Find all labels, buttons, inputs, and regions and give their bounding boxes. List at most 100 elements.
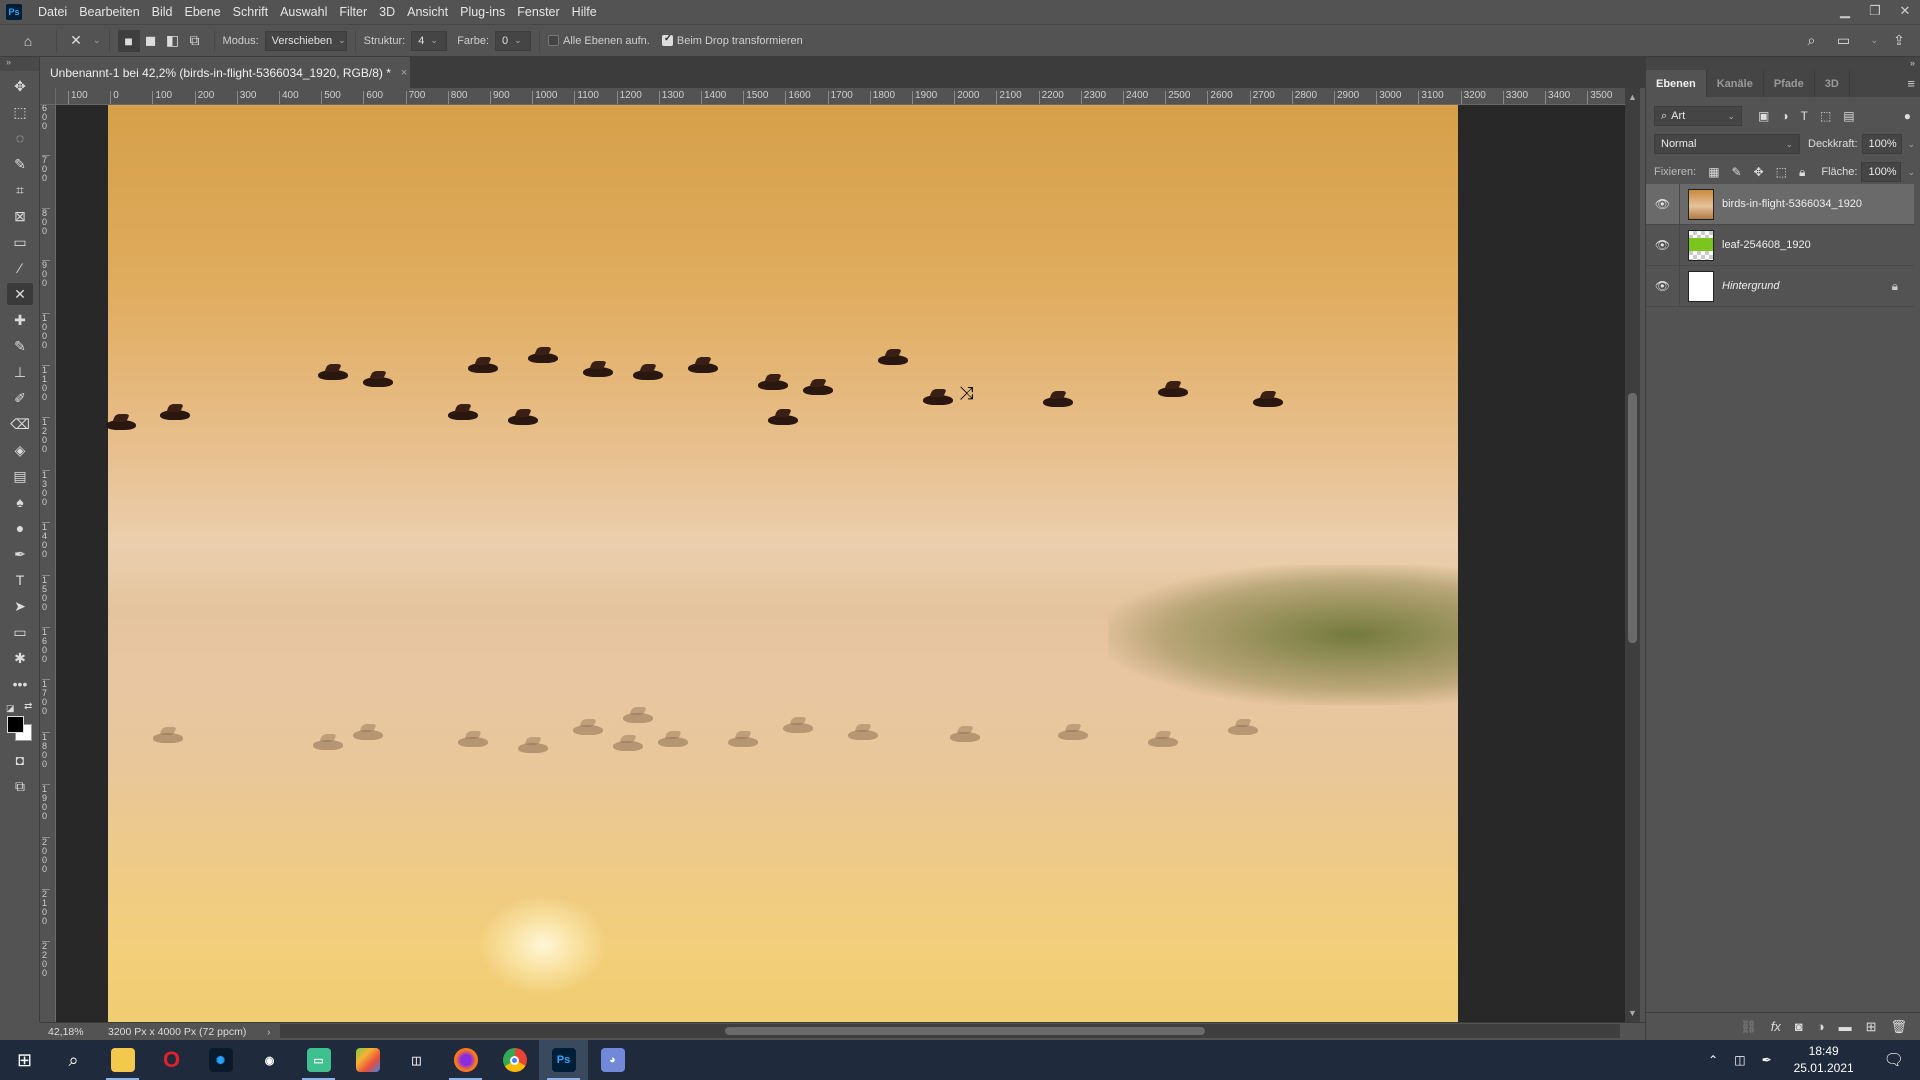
- home-button[interactable]: ⌂: [8, 30, 48, 52]
- ruler-left[interactable]: 600 700 800 900 1000 1100 1200 1300 1400 1500 1600…: [40, 105, 56, 1022]
- new-group-folder-icon[interactable]: ▬: [1839, 1019, 1852, 1034]
- modus-dropdown[interactable]: Verschieben ⌄: [264, 30, 347, 51]
- tool-rectangle[interactable]: ▭: [7, 621, 33, 643]
- foreground-color-swatch[interactable]: [7, 716, 24, 733]
- beim-drop-checkbox[interactable]: Beim Drop transformieren: [661, 33, 803, 47]
- filter-type-layers-icon[interactable]: T: [1801, 109, 1808, 123]
- tool-gradient[interactable]: ▤: [7, 465, 33, 487]
- clock[interactable]: 18:49 25.01.2021: [1780, 1043, 1868, 1077]
- canvas-area[interactable]: ⤨: [56, 105, 1625, 1022]
- visibility-eye-icon[interactable]: 👁︎: [1646, 224, 1680, 266]
- menu-auswahl[interactable]: Auswahl: [274, 5, 333, 19]
- document-tab[interactable]: Unbenannt-1 bei 42,2% (birds-in-flight-5…: [40, 57, 410, 88]
- layer-style-fx-icon[interactable]: fx: [1771, 1019, 1781, 1034]
- vertical-scrollbar[interactable]: ▲ ▼: [1625, 88, 1640, 1022]
- visibility-eye-icon[interactable]: 👁︎: [1646, 265, 1680, 307]
- tab-pfade[interactable]: Pfade: [1764, 70, 1815, 97]
- tab-kanaele[interactable]: Kanäle: [1707, 70, 1764, 97]
- lock-position-icon[interactable]: ✥: [1754, 165, 1764, 179]
- taskbar-search-button[interactable]: ⌕: [49, 1040, 98, 1080]
- fill-input[interactable]: 100%: [1861, 162, 1902, 182]
- swap-colors-icon[interactable]: ⇄: [24, 701, 32, 712]
- new-layer-icon[interactable]: ⊞: [1866, 1019, 1877, 1035]
- tool-quick-select[interactable]: ✎: [7, 153, 33, 175]
- scroll-down-icon[interactable]: ▼: [1628, 1008, 1637, 1018]
- tool-preset-picker[interactable]: ✕: [65, 30, 87, 52]
- zoom-level[interactable]: 42,18%: [40, 1026, 102, 1038]
- filter-shape-layers-icon[interactable]: ⬚: [1820, 109, 1831, 123]
- layer-filter-dropdown[interactable]: ⌕ Art ⌄: [1654, 106, 1742, 126]
- close-tab-icon[interactable]: ×: [401, 67, 407, 79]
- tool-blur[interactable]: ♠: [7, 491, 33, 513]
- menu-3d[interactable]: 3D: [373, 5, 401, 19]
- filter-adjustment-layers-icon[interactable]: ◑: [1781, 109, 1788, 123]
- checkbox-box-checked[interactable]: [661, 33, 673, 46]
- opacity-input[interactable]: 100%: [1861, 134, 1902, 154]
- horizontal-scrollbar[interactable]: [280, 1024, 1620, 1038]
- tool-healing[interactable]: ✚: [7, 309, 33, 331]
- taskbar-chrome[interactable]: [490, 1040, 539, 1080]
- canvas-image-birds-in-flight[interactable]: [106, 105, 1458, 1022]
- tool-pen[interactable]: ✒: [7, 543, 33, 565]
- farbe-dropdown[interactable]: 0 ⌄: [495, 30, 531, 51]
- filter-pixel-layers-icon[interactable]: ▣: [1758, 109, 1769, 123]
- menu-hilfe[interactable]: Hilfe: [566, 5, 603, 19]
- menu-fenster[interactable]: Fenster: [511, 5, 565, 19]
- menu-bild[interactable]: Bild: [146, 5, 179, 19]
- tool-eraser[interactable]: ⌫: [7, 413, 33, 435]
- delete-layer-trash-icon[interactable]: 🗑︎: [1890, 1019, 1907, 1035]
- screen-mode-button[interactable]: ⧉: [7, 775, 33, 797]
- tool-eyedropper[interactable]: ⁄: [7, 257, 33, 279]
- taskbar-bluestacks[interactable]: [343, 1040, 392, 1080]
- link-layers-icon[interactable]: ⛓: [1740, 1019, 1757, 1035]
- share-button[interactable]: ⇪: [1888, 30, 1910, 52]
- lock-all-icon[interactable]: 🔒︎: [1799, 165, 1805, 180]
- tool-history-brush[interactable]: ✐: [7, 387, 33, 409]
- tool-crop[interactable]: ⌗: [7, 179, 33, 201]
- tool-path-select[interactable]: ➤: [7, 595, 33, 617]
- adjustment-layer-icon[interactable]: ◑: [1817, 1019, 1825, 1034]
- vertical-scroll-thumb[interactable]: [1628, 393, 1637, 643]
- menu-plugins[interactable]: Plug-ins: [454, 5, 511, 19]
- panel-collapse-button[interactable]: »: [1646, 57, 1920, 70]
- tool-stamp[interactable]: ⊥: [7, 361, 33, 383]
- visibility-eye-icon[interactable]: 👁︎: [1646, 183, 1680, 225]
- subtract-selection-button[interactable]: ◧: [162, 30, 184, 52]
- taskbar-chat-app[interactable]: ▭: [294, 1040, 343, 1080]
- tool-type[interactable]: T: [7, 569, 33, 591]
- collapse-toolbar-button[interactable]: »: [0, 57, 39, 71]
- close-window-button[interactable]: ✕: [1890, 0, 1920, 22]
- add-mask-icon[interactable]: ◙: [1795, 1019, 1803, 1034]
- layer-row[interactable]: 👁︎ leaf-254608_1920: [1646, 224, 1914, 266]
- pen-icon[interactable]: ✒: [1754, 1053, 1780, 1067]
- tab-ebenen[interactable]: Ebenen: [1646, 70, 1707, 97]
- taskbar-obs[interactable]: ◉: [245, 1040, 294, 1080]
- taskbar-battle-net[interactable]: ✺: [196, 1040, 245, 1080]
- tool-more[interactable]: •••: [7, 673, 33, 695]
- ruler-origin[interactable]: [40, 88, 56, 105]
- scroll-up-icon[interactable]: ▲: [1628, 92, 1637, 102]
- notifications-icon[interactable]: 🗨︎: [1868, 1050, 1920, 1070]
- chevron-down-icon[interactable]: ⌄: [1908, 139, 1916, 150]
- taskbar-photoshop[interactable]: Ps: [539, 1040, 588, 1080]
- menu-datei[interactable]: Datei: [32, 5, 73, 19]
- menu-filter[interactable]: Filter: [333, 5, 373, 19]
- panel-menu-icon[interactable]: ≡: [1907, 76, 1920, 91]
- taskbar-streamlabs[interactable]: ◫: [392, 1040, 441, 1080]
- chevron-down-icon[interactable]: ⌄: [1907, 167, 1915, 178]
- search-button[interactable]: ⌕: [1800, 30, 1822, 52]
- horizontal-scroll-thumb[interactable]: [725, 1027, 1205, 1035]
- tool-move[interactable]: ✥: [7, 75, 33, 97]
- quick-mask-button[interactable]: ◘: [7, 749, 33, 771]
- default-colors-icon[interactable]: ◪: [6, 703, 15, 714]
- restore-button[interactable]: ❐: [1860, 0, 1890, 22]
- menu-ansicht[interactable]: Ansicht: [401, 5, 454, 19]
- tool-dodge[interactable]: ●: [7, 517, 33, 539]
- ruler-top[interactable]: 100 0 100 200 300 400 500 600 700 800 900 1000 1100 1…: [56, 88, 1625, 105]
- filter-toggle-icon[interactable]: ●: [1904, 109, 1911, 123]
- layer-row[interactable]: 👁︎ Hintergrund 🔒︎: [1646, 265, 1914, 307]
- tool-content-aware-move[interactable]: ✕: [7, 283, 33, 305]
- lock-transparent-pixels-icon[interactable]: ▦: [1708, 165, 1719, 179]
- tool-lasso[interactable]: ◌: [7, 127, 33, 149]
- layer-row[interactable]: 👁︎ birds-in-flight-5366034_1920: [1646, 183, 1914, 225]
